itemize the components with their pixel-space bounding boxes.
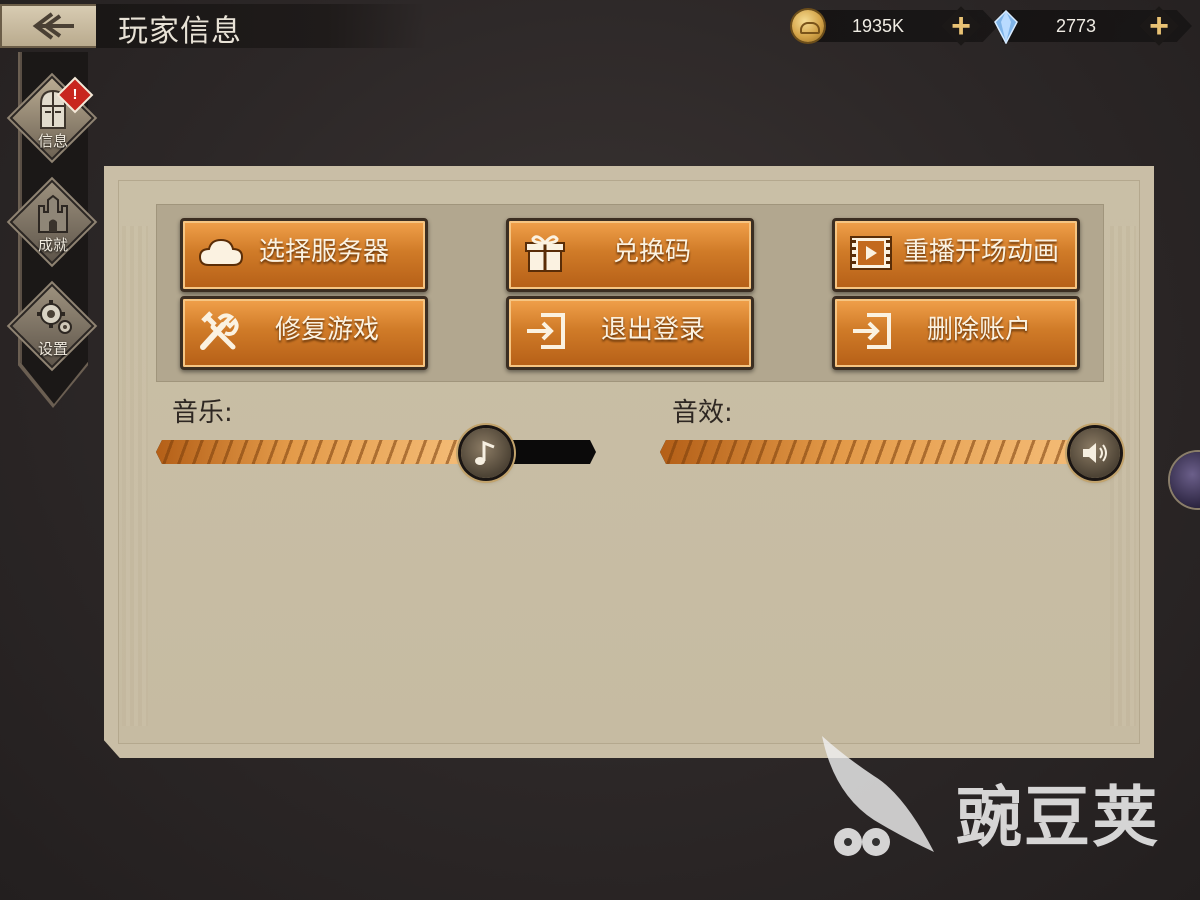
button-label: 选择服务器 <box>259 237 390 267</box>
gem-icon <box>994 10 1018 44</box>
coin-amount: 1935K <box>851 16 905 36</box>
film-icon <box>850 236 892 270</box>
delete-account-button[interactable]: 删除账户 <box>832 296 1080 370</box>
replay-intro-button[interactable]: 重播开场动画 <box>832 218 1080 292</box>
wrench-hammer-icon <box>200 311 239 350</box>
alert-badge: ! <box>59 79 91 111</box>
pea-pod-logo-icon <box>822 736 934 856</box>
watermark-text: 豌豆荚 <box>956 779 1160 856</box>
castle-icon <box>38 194 68 233</box>
music-slider-fill <box>156 440 486 464</box>
cloud-icon <box>198 238 244 266</box>
sidebar-item-label: 设置 <box>37 340 68 358</box>
button-label: 退出登录 <box>601 315 706 345</box>
button-label: 修复游戏 <box>275 315 380 345</box>
side-avatar-token[interactable] <box>1170 452 1200 508</box>
login-arrow-icon <box>853 313 891 349</box>
music-slider-handle[interactable] <box>461 428 511 478</box>
pillar-decoration <box>1110 226 1136 726</box>
sidebar-item-achievements[interactable]: 成就 <box>12 182 94 264</box>
music-label: 音乐: <box>172 398 233 428</box>
alert-icon: ! <box>72 86 78 103</box>
music-note-icon <box>475 440 495 465</box>
sidebar-item-settings[interactable]: 设置 <box>12 286 94 368</box>
login-arrow-icon <box>527 313 565 349</box>
speaker-icon <box>1083 443 1107 463</box>
sfx-slider-handle[interactable] <box>1070 428 1120 478</box>
button-label: 兑换码 <box>613 237 692 267</box>
repair-game-button[interactable]: 修复游戏 <box>180 296 428 370</box>
coin-icon <box>792 10 824 42</box>
select-server-button[interactable]: 选择服务器 <box>180 218 428 292</box>
plus-icon: + <box>1149 7 1169 45</box>
watermark: 豌豆荚 <box>814 734 1174 864</box>
add-coins-button[interactable]: + <box>936 1 987 52</box>
button-label: 删除账户 <box>927 315 1032 345</box>
redeem-code-button[interactable]: 兑换码 <box>506 218 754 292</box>
gears-icon <box>37 300 72 334</box>
sfx-slider[interactable] <box>660 440 1110 464</box>
back-arrow-icon <box>32 12 74 40</box>
logout-button[interactable]: 退出登录 <box>506 296 754 370</box>
plus-icon: + <box>951 7 971 45</box>
gift-icon <box>525 235 565 272</box>
sidebar-item-label: 信息 <box>37 132 68 150</box>
add-gems-button[interactable]: + <box>1134 1 1185 52</box>
sfx-slider-fill <box>660 440 1110 464</box>
page-title: 玩家信息 <box>118 14 242 49</box>
top-bar: 玩家信息 1935K + 2773 + <box>0 0 1200 52</box>
music-slider[interactable] <box>156 440 596 464</box>
sfx-label: 音效: <box>672 398 733 428</box>
pillar-decoration <box>122 226 148 726</box>
sidebar-item-label: 成就 <box>37 236 68 254</box>
button-label: 重播开场动画 <box>903 237 1060 267</box>
gem-amount: 2773 <box>1055 16 1097 36</box>
